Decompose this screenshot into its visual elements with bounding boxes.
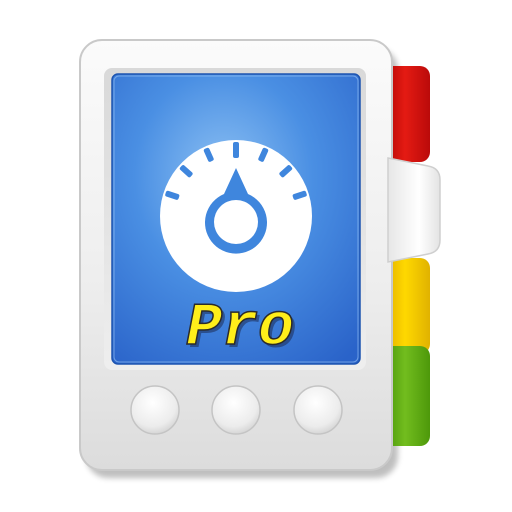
hardware-button-right[interactable] <box>293 385 343 435</box>
white-tab <box>387 157 441 263</box>
app-icon: Pro Pro <box>0 0 512 512</box>
hardware-button-middle[interactable] <box>211 385 261 435</box>
hardware-buttons <box>130 385 343 435</box>
pro-label: Pro <box>186 295 294 363</box>
organizer-pro-icon-graphic: Pro Pro <box>79 39 441 478</box>
gauge-icon <box>160 140 312 292</box>
gauge-knob-center <box>214 200 258 244</box>
hardware-button-left[interactable] <box>130 385 180 435</box>
